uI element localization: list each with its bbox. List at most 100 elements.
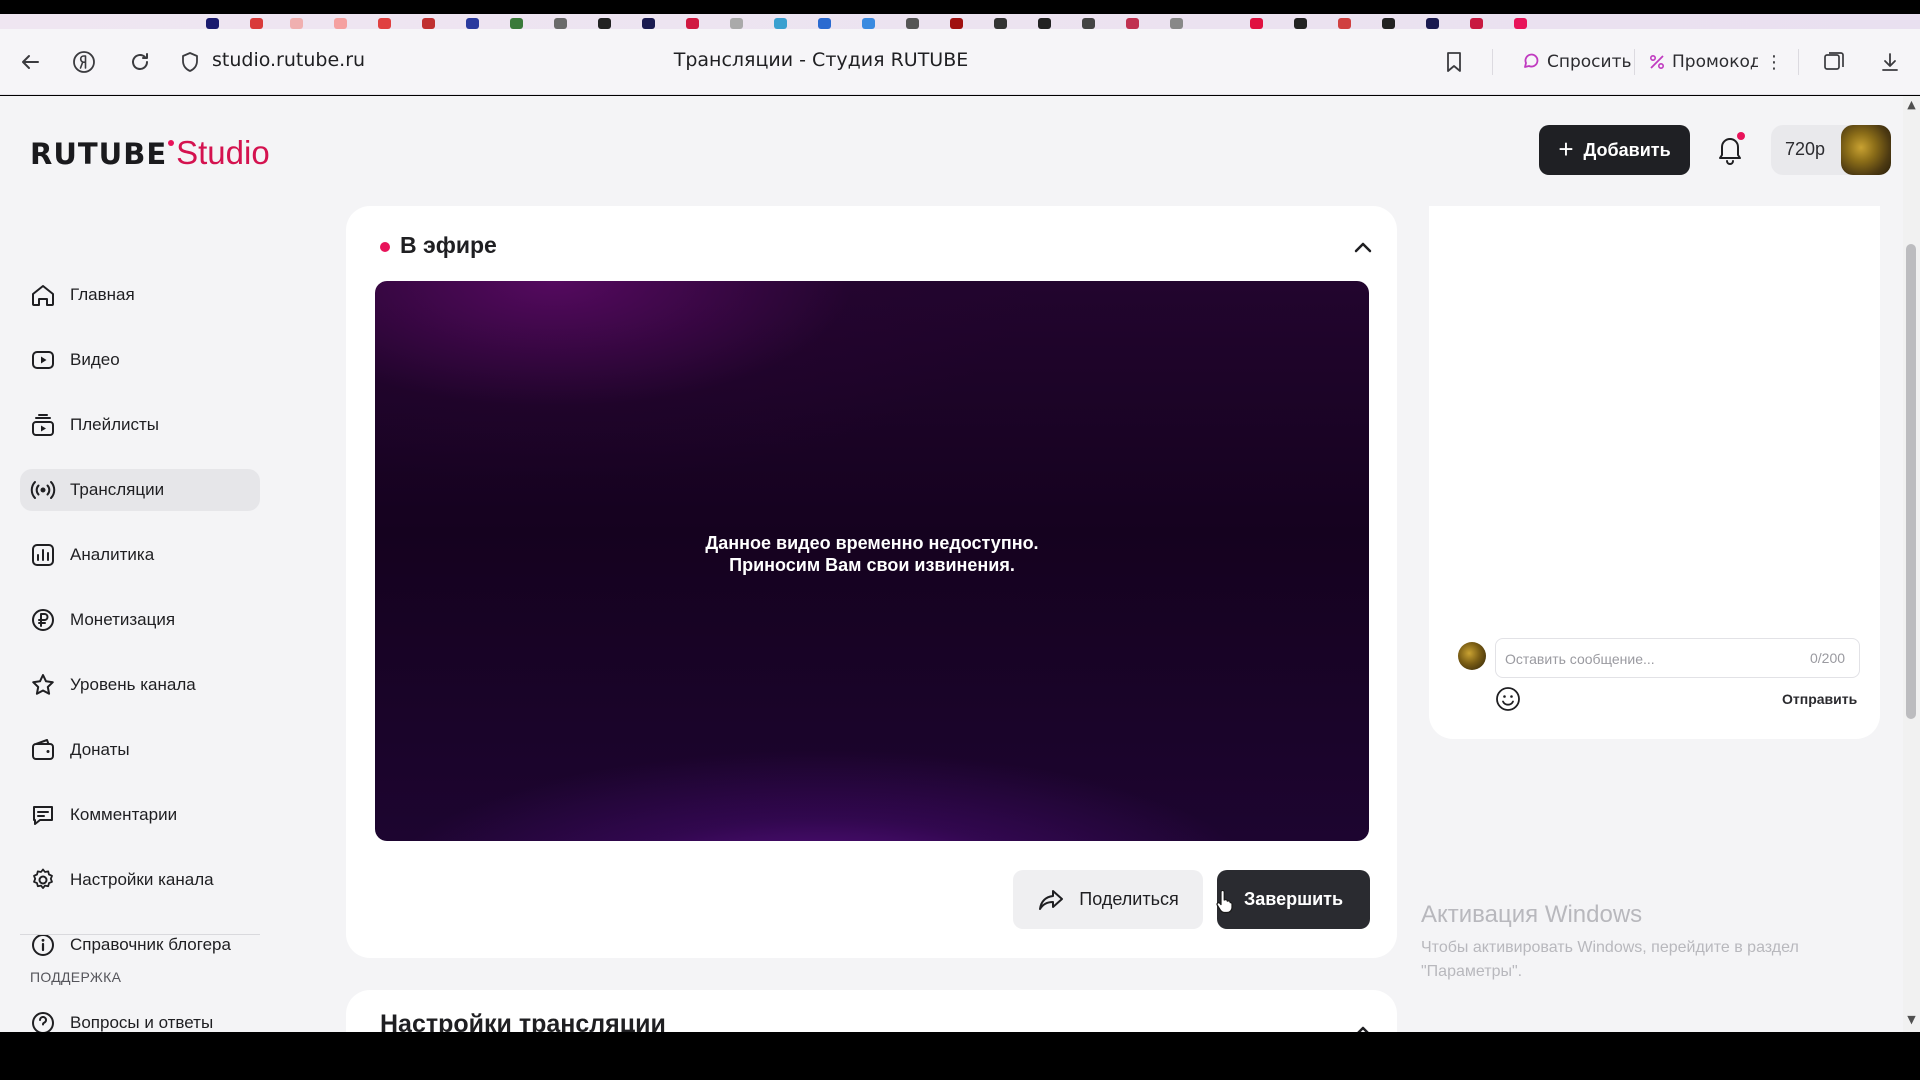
tab-favicon[interactable] xyxy=(466,18,479,29)
sidebar-item-label: Справочник блогера xyxy=(70,935,231,954)
windows-activation-text: Чтобы активировать Windows, перейдите в … xyxy=(1421,939,1799,980)
scrollbar-thumb[interactable] xyxy=(1906,244,1916,719)
sidebar-item-label: Видео xyxy=(70,350,120,369)
toolbar-separator xyxy=(1798,49,1799,75)
sidebar-item-1[interactable]: Видео xyxy=(20,339,260,381)
send-button[interactable]: Отправить xyxy=(1782,691,1857,707)
video-icon xyxy=(32,351,54,369)
live-indicator xyxy=(380,242,390,252)
logo-main-text: RUTUBE xyxy=(30,137,168,171)
download-icon[interactable] xyxy=(1876,48,1904,76)
tab-favicon[interactable] xyxy=(598,18,611,29)
support-heading: ПОДДЕРЖКА xyxy=(30,969,122,985)
comment-icon xyxy=(33,806,53,825)
tab-favicon[interactable] xyxy=(250,18,263,29)
sidebar-item-8[interactable]: Комментарии xyxy=(20,794,260,836)
sidebar-item-0[interactable]: Главная xyxy=(20,274,260,316)
sidebar-item-4[interactable]: Аналитика xyxy=(20,534,260,576)
tab-favicon[interactable] xyxy=(290,18,303,29)
tab-favicon[interactable] xyxy=(1470,18,1483,29)
tab-favicon[interactable] xyxy=(642,18,655,29)
tab-favicon[interactable] xyxy=(554,18,567,29)
sidebar-item-label: Донаты xyxy=(70,740,130,759)
sidebar-item-7[interactable]: Донаты xyxy=(20,729,260,771)
tab-favicon[interactable] xyxy=(950,18,963,29)
tab-favicon[interactable] xyxy=(730,18,743,29)
promo-button[interactable]: Промокоды xyxy=(1648,47,1758,77)
tab-favicon[interactable] xyxy=(1338,18,1351,29)
tab-favicon[interactable] xyxy=(862,18,875,29)
finish-button[interactable]: Завершить xyxy=(1217,870,1370,929)
share-button[interactable]: Поделиться xyxy=(1013,870,1203,929)
tab-favicon[interactable] xyxy=(774,18,787,29)
player-message-line2: Приносим Вам свои извинения. xyxy=(729,555,1015,575)
emoji-icon[interactable] xyxy=(1494,685,1522,713)
tab-favicon[interactable] xyxy=(1514,18,1527,29)
video-player[interactable]: Данное видео временно недоступно. Принос… xyxy=(375,281,1369,841)
chat-panel: Оставить сообщение... 0/200 Отправить xyxy=(1429,206,1880,739)
sidebar-nav: Главная Видео Плейлисты Трансляции Аналитика… xyxy=(20,274,260,989)
sidebar-item-9[interactable]: Настройки канала xyxy=(20,859,260,901)
tab-favicon[interactable] xyxy=(1038,18,1051,29)
playlist-icon xyxy=(32,414,54,436)
ask-alice-button[interactable]: Спросить xyxy=(1521,47,1632,77)
tab-favicon[interactable] xyxy=(1170,18,1183,29)
promo-label: Промокоды xyxy=(1672,52,1758,72)
sidebar-item-5[interactable]: Монетизация xyxy=(20,599,260,641)
collections-icon[interactable] xyxy=(1820,48,1848,76)
home-icon xyxy=(32,285,54,306)
tab-favicon[interactable] xyxy=(818,18,831,29)
tab-favicon[interactable] xyxy=(1082,18,1095,29)
player-message-line1: Данное видео временно недоступно. xyxy=(705,533,1039,553)
chevron-up-icon[interactable] xyxy=(1348,1016,1378,1032)
screen: studio.rutube.ru Трансляции - Студия RUT… xyxy=(0,0,1920,1080)
scroll-down-arrow-icon[interactable]: ▼ xyxy=(1905,1014,1918,1026)
tab-favicon[interactable] xyxy=(1294,18,1307,29)
tab-favicon[interactable] xyxy=(510,18,523,29)
sidebar-item-label: Монетизация xyxy=(70,610,176,629)
sidebar-item-10[interactable]: Справочник блогера xyxy=(20,924,260,966)
tab-favicon[interactable] xyxy=(1126,18,1139,29)
chevron-up-icon[interactable] xyxy=(1348,232,1378,262)
scroll-up-arrow-icon[interactable]: ▲ xyxy=(1905,99,1918,111)
tab-favicon[interactable] xyxy=(906,18,919,29)
toolbar-separator xyxy=(1634,49,1635,75)
sidebar-item-faq[interactable]: Вопросы и ответы xyxy=(30,1010,213,1032)
chat-avatar xyxy=(1458,642,1486,670)
settings-title: Настройки трансляции xyxy=(380,1010,666,1032)
chat-placeholder: Оставить сообщение... xyxy=(1505,651,1655,667)
tab-favicon[interactable] xyxy=(994,18,1007,29)
broadcast-icon xyxy=(30,481,56,499)
avatar[interactable] xyxy=(1841,125,1891,175)
tab-favicon[interactable] xyxy=(334,18,347,29)
alice-icon xyxy=(1524,53,1539,68)
stream-settings-card: Настройки трансляции xyxy=(346,990,1397,1032)
quality-label: 720p xyxy=(1785,139,1826,159)
star-icon xyxy=(32,674,54,695)
tab-favicon[interactable] xyxy=(1250,18,1263,29)
add-button[interactable]: + Добавить xyxy=(1539,125,1690,175)
tab-favicon[interactable] xyxy=(1426,18,1439,29)
sidebar-divider xyxy=(20,934,260,935)
logo-dot xyxy=(168,140,175,146)
tab-favicon[interactable] xyxy=(422,18,435,29)
tab-favicon[interactable] xyxy=(378,18,391,29)
sidebar-item-2[interactable]: Плейлисты xyxy=(20,404,260,446)
tab-favicon[interactable] xyxy=(686,18,699,29)
sidebar-item-3[interactable]: Трансляции xyxy=(20,469,260,511)
tab-favicon[interactable] xyxy=(206,18,219,29)
rutube-studio-logo[interactable]: RUTUBE Studio xyxy=(30,134,270,174)
sidebar-item-6[interactable]: Уровень канала xyxy=(20,664,260,706)
windows-activation-title: Активация Windows xyxy=(1421,901,1643,928)
tab-favicon[interactable] xyxy=(1382,18,1395,29)
ask-label: Спросить xyxy=(1547,52,1632,72)
live-card: В эфире Данное видео временно недоступно… xyxy=(346,206,1397,958)
toolbar-separator xyxy=(1492,49,1493,75)
bookmark-icon[interactable] xyxy=(1440,48,1468,76)
wallet-icon xyxy=(32,739,54,760)
sidebar-item-label: Главная xyxy=(70,285,135,304)
sidebar-item-label: Настройки канала xyxy=(70,870,214,889)
more-menu-icon[interactable]: ⋮ xyxy=(1760,48,1788,76)
player-message: Данное видео временно недоступно. Принос… xyxy=(375,532,1369,576)
sidebar-item-label: Уровень канала xyxy=(70,675,196,694)
